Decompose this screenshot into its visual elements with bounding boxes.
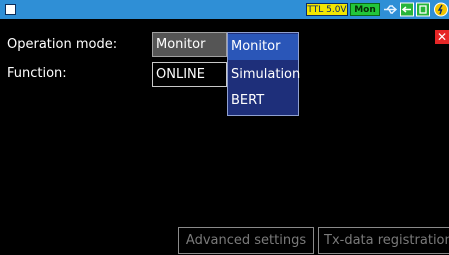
usb-icon <box>384 5 398 14</box>
advanced-settings-button[interactable]: Advanced settings <box>178 227 314 254</box>
operation-mode-label: Operation mode: <box>7 37 118 52</box>
window-icon[interactable] <box>5 4 16 15</box>
function-label: Function: <box>7 66 67 81</box>
operation-mode-dropdown: Monitor Simulation BERT <box>227 32 300 116</box>
signal-level-badge: TTL 5.0V <box>306 3 348 16</box>
card-icon <box>416 2 430 17</box>
tx-data-registration-button[interactable]: Tx-data registration <box>318 227 449 254</box>
plug-icon <box>400 2 414 17</box>
close-icon[interactable]: ✕ <box>435 30 449 44</box>
mode-badge: Mon <box>350 3 380 16</box>
function-field[interactable]: ONLINE <box>152 62 227 87</box>
option-bert[interactable]: BERT <box>228 88 298 114</box>
power-icon <box>434 2 448 17</box>
status-bar: TTL 5.0V Mon <box>0 0 449 19</box>
operation-mode-select[interactable]: Monitor <box>152 32 227 57</box>
option-monitor[interactable]: Monitor <box>228 34 298 60</box>
option-simulation[interactable]: Simulation <box>228 62 300 88</box>
